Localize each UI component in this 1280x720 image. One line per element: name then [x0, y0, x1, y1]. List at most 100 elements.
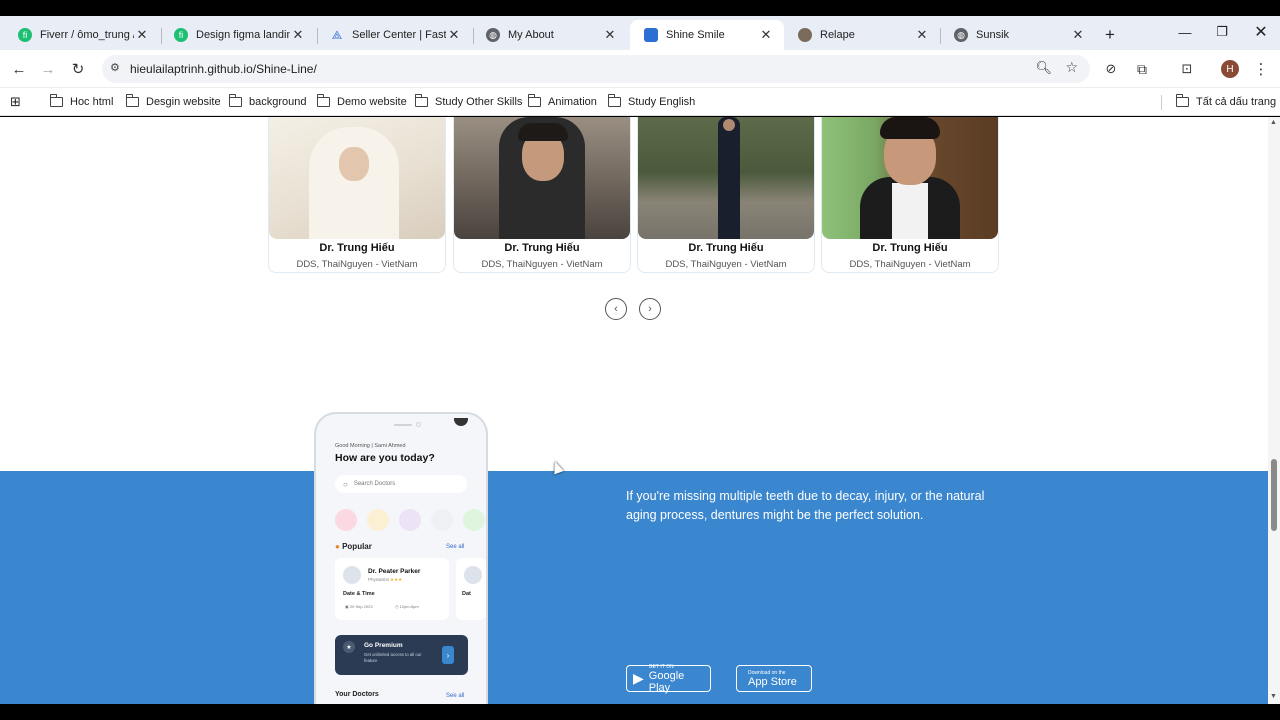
doctor-name: Dr. Trung Hiếu	[872, 242, 948, 254]
new-tab-button[interactable]: +	[1098, 20, 1122, 50]
search-placeholder: Search Doctors	[353, 481, 396, 487]
tab-my-about[interactable]: ◍ My About ✕	[472, 20, 628, 50]
bookmark-label: background	[249, 96, 307, 108]
search-icon: ○	[343, 479, 348, 489]
google-play-icon: ▶	[633, 670, 644, 686]
close-window-icon[interactable]: ✕	[1242, 16, 1280, 48]
close-icon[interactable]: ✕	[602, 27, 618, 43]
forward-icon[interactable]: →	[37, 58, 59, 80]
avatar	[343, 566, 361, 584]
apps-grid-icon[interactable]: ⊞	[10, 93, 21, 111]
doctor-name: Dr. Trung Hiếu	[688, 242, 764, 254]
doctor-name: Dr. Trung Hiếu	[504, 242, 580, 254]
carousel-next-button[interactable]: ›	[639, 298, 661, 320]
phone-popular: ● Popular	[335, 542, 372, 551]
role-label: Physiatrist	[368, 577, 389, 582]
bone-icon	[431, 509, 453, 531]
bookmark-hoc-html[interactable]: Hoc html	[49, 93, 114, 111]
avatar	[464, 566, 482, 584]
close-icon[interactable]: ✕	[1070, 27, 1086, 43]
phone-doctor-name: Dr. Peater Parker	[368, 568, 421, 575]
globe-icon: ◍	[486, 28, 500, 42]
web-page: Dr. Trung Hiếu DDS, ThaiNguyen - VietNam…	[0, 117, 1268, 704]
cast-icon[interactable]: ⊡	[1176, 58, 1198, 80]
scroll-up-icon[interactable]: ▲	[1270, 119, 1277, 126]
url-field[interactable]: ⚙ hieulailaptrinh.github.io/Shine-Line/ …	[102, 55, 1090, 83]
close-icon[interactable]: ✕	[758, 27, 774, 43]
tab-shine-smile[interactable]: Shine Smile ✕	[630, 20, 784, 50]
bookmark-background[interactable]: background	[228, 93, 307, 111]
restore-icon[interactable]: ❐	[1203, 16, 1241, 48]
folder-icon	[125, 94, 139, 107]
tab-relape[interactable]: Relape ✕	[784, 20, 940, 50]
headline-line-1: Take back your smile	[626, 401, 948, 437]
phone-camera	[416, 422, 421, 427]
tab-title: Sunsik	[976, 29, 1010, 41]
zoom-icon[interactable]: 🔍︎	[1035, 60, 1052, 76]
close-icon[interactable]: ✕	[914, 27, 930, 43]
close-icon[interactable]: ✕	[290, 27, 306, 43]
see-all-link: See all	[446, 544, 465, 550]
doctor-name: Dr. Trung Hiếu	[319, 242, 395, 254]
tab-title: Shine Smile	[666, 29, 725, 41]
globe-icon: ◍	[954, 28, 968, 42]
date-value: 29 Sep 2023	[349, 604, 373, 609]
top-edge	[0, 0, 1280, 16]
doctor-card[interactable]: Dr. Trung Hiếu DDS, ThaiNguyen - VietNam	[453, 117, 631, 273]
minimize-icon[interactable]: —	[1166, 16, 1204, 48]
bookmark-star-icon[interactable]: ☆	[1065, 59, 1078, 76]
popular-label: Popular	[342, 542, 372, 551]
partial-date-label: Dat	[462, 591, 471, 597]
brain-icon	[335, 509, 357, 531]
doctor-credentials: DDS, ThaiNguyen - VietNam	[481, 259, 603, 270]
tab-title: Design figma landing	[196, 29, 290, 41]
bookmarks-divider	[1161, 95, 1162, 110]
app-store-button[interactable]: Download on the App Store	[736, 665, 812, 692]
doctor-credentials: DDS, ThaiNguyen - VietNam	[296, 259, 418, 270]
google-play-button[interactable]: ▶ GET IT ON Google Play	[626, 664, 711, 694]
tab-seller-center[interactable]: ⟁ Seller Center | Fastlan ✕	[316, 20, 472, 50]
phone-search-input: ○ Search Doctors	[335, 475, 467, 493]
folder-icon	[527, 94, 541, 107]
bookmark-label: Hoc html	[70, 96, 114, 108]
chevron-right-icon: ›	[442, 646, 454, 664]
star-icon: ★	[343, 641, 355, 653]
banner-description: If you're missing multiple teeth due to …	[626, 489, 985, 522]
bookmark-animation[interactable]: Animation	[527, 93, 597, 111]
site-info-icon[interactable]: ⚙	[110, 61, 120, 74]
headline-line-2: with dentures	[626, 438, 835, 474]
profile-avatar[interactable]: H	[1221, 60, 1239, 78]
tab-sunsik[interactable]: ◍ Sunsik ✕	[940, 20, 1096, 50]
bookmark-demo-website[interactable]: Demo website	[316, 93, 407, 111]
bookmark-label: Tất cả dấu trang	[1196, 96, 1277, 108]
site-icon	[644, 28, 658, 42]
bookmark-desgin-website[interactable]: Desgin website	[125, 93, 221, 111]
all-bookmarks[interactable]: Tất cả dấu trang	[1175, 93, 1277, 111]
see-all-link: See all	[446, 693, 465, 699]
phone-mockup: Good Morning | Sami Ahmed How are you to…	[314, 412, 488, 704]
scroll-down-icon[interactable]: ▼	[1270, 693, 1277, 700]
scrollbar[interactable]: ▲ ▼	[1268, 117, 1280, 704]
bookmark-study-english[interactable]: Study English	[607, 93, 695, 111]
tab-fiverr[interactable]: fi Fiverr / ômo_trung / ( ✕	[4, 20, 160, 50]
bookmark-label: Desgin website	[146, 96, 221, 108]
doctor-card[interactable]: Dr. Trung Hiếu DDS, ThaiNguyen - VietNam	[268, 117, 446, 273]
fire-icon: ●	[335, 542, 340, 551]
close-icon[interactable]: ✕	[134, 27, 150, 43]
premium-title: Go Premium	[364, 642, 403, 649]
doctor-card[interactable]: Dr. Trung Hiếu DDS, ThaiNguyen - VietNam	[637, 117, 815, 273]
phone-date-time: Date & Time	[343, 591, 375, 597]
doctor-card[interactable]: Dr. Trung Hiếu DDS, ThaiNguyen - VietNam	[821, 117, 999, 273]
bookmark-label: Demo website	[337, 96, 407, 108]
bookmark-study-other-skills[interactable]: Study Other Skills	[414, 93, 522, 111]
menu-icon[interactable]: ⋮	[1250, 58, 1272, 80]
tab-title: Fiverr / ômo_trung / (	[40, 29, 134, 41]
back-icon[interactable]: ←	[8, 58, 30, 80]
carousel-prev-button[interactable]: ‹	[605, 298, 627, 320]
close-icon[interactable]: ✕	[446, 27, 462, 43]
extension-circle-icon[interactable]: ⊘	[1100, 58, 1122, 80]
scrollbar-thumb[interactable]	[1271, 459, 1277, 531]
extensions-icon[interactable]: ⧉	[1131, 58, 1153, 80]
reload-icon[interactable]: ↻	[67, 58, 89, 80]
tab-design-figma[interactable]: fi Design figma landing ✕	[160, 20, 316, 50]
